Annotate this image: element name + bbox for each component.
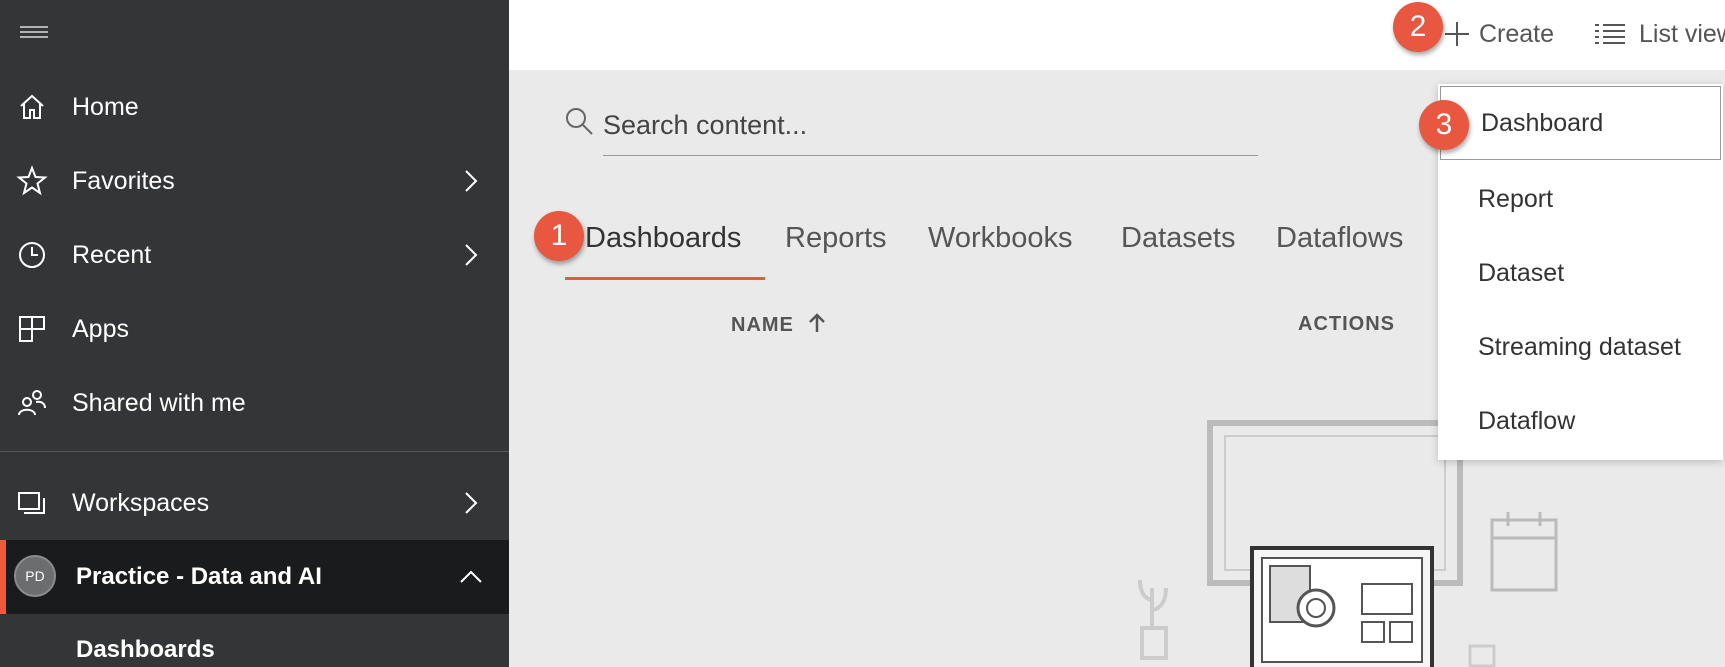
- tab-dataflows[interactable]: Dataflows: [1276, 222, 1403, 255]
- sidebar: Home Favorites Recent Apps Shared with m…: [0, 0, 509, 667]
- sidebar-item-home[interactable]: Home: [0, 75, 509, 139]
- shared-users-icon: [18, 390, 46, 416]
- sidebar-item-favorites[interactable]: Favorites: [0, 149, 509, 213]
- sidebar-divider: [0, 451, 509, 452]
- list-view-button[interactable]: List view: [1595, 14, 1725, 54]
- sidebar-item-label: Recent: [72, 240, 152, 269]
- workspace-avatar: PD: [14, 555, 56, 597]
- column-header-actions: ACTIONS: [1298, 313, 1395, 335]
- create-label: Create: [1479, 19, 1555, 48]
- sidebar-item-label: Apps: [72, 314, 129, 343]
- sidebar-item-label: Shared with me: [72, 388, 246, 417]
- plus-icon: [1445, 22, 1469, 46]
- menu-item-report[interactable]: Report: [1438, 162, 1723, 236]
- chevron-right-icon[interactable]: [458, 242, 484, 268]
- column-header-name-label: NAME: [731, 314, 794, 336]
- list-view-label: List view: [1639, 19, 1725, 48]
- menu-item-streaming-dataset[interactable]: Streaming dataset: [1438, 310, 1723, 384]
- hamburger-icon[interactable]: [18, 22, 50, 42]
- workspace-label: Practice - Data and AI: [76, 563, 322, 590]
- clock-icon: [19, 242, 45, 268]
- chevron-right-icon[interactable]: [458, 168, 484, 194]
- sidebar-item-label: Favorites: [72, 166, 175, 195]
- home-icon: [20, 94, 44, 119]
- menu-item-dashboard[interactable]: Dashboard: [1440, 86, 1721, 160]
- step-badge: 3: [1419, 100, 1469, 150]
- apps-icon: [19, 316, 45, 342]
- tab-dashboards[interactable]: Dashboards: [585, 222, 741, 255]
- sidebar-subitem-dashboards[interactable]: Dashboards: [76, 636, 215, 664]
- sidebar-item-workspaces[interactable]: Workspaces: [0, 471, 509, 535]
- sidebar-item-label: Home: [72, 92, 139, 121]
- step-badge: 1: [534, 211, 584, 261]
- tab-datasets[interactable]: Datasets: [1121, 222, 1235, 255]
- create-button[interactable]: Create: [1443, 14, 1554, 54]
- sidebar-item-shared[interactable]: Shared with me: [0, 371, 509, 435]
- chevron-right-icon[interactable]: [458, 490, 484, 516]
- menu-item-dataflow[interactable]: Dataflow: [1438, 384, 1723, 458]
- active-tab-indicator: [565, 277, 765, 280]
- search-icon: [566, 108, 593, 135]
- sidebar-item-apps[interactable]: Apps: [0, 297, 509, 361]
- workspaces-icon: [18, 492, 45, 514]
- step-badge: 2: [1393, 2, 1443, 52]
- create-dropdown-menu: Dashboard Report Dataset Streaming datas…: [1438, 84, 1723, 460]
- active-workspace-indicator: [0, 540, 6, 614]
- sidebar-item-recent[interactable]: Recent: [0, 223, 509, 287]
- star-icon: [16, 165, 48, 196]
- menu-item-dataset[interactable]: Dataset: [1438, 236, 1723, 310]
- sidebar-item-label: Workspaces: [72, 488, 210, 517]
- list-icon: [1595, 24, 1625, 44]
- column-header-name[interactable]: NAME: [731, 313, 826, 337]
- chevron-up-icon[interactable]: [458, 564, 484, 590]
- arrow-up-icon: [809, 313, 826, 332]
- search-input[interactable]: [603, 104, 1258, 156]
- tab-workbooks[interactable]: Workbooks: [928, 222, 1073, 255]
- tab-reports[interactable]: Reports: [785, 222, 887, 255]
- sidebar-item-workspace-practice[interactable]: Practice - Data and AI: [0, 540, 509, 614]
